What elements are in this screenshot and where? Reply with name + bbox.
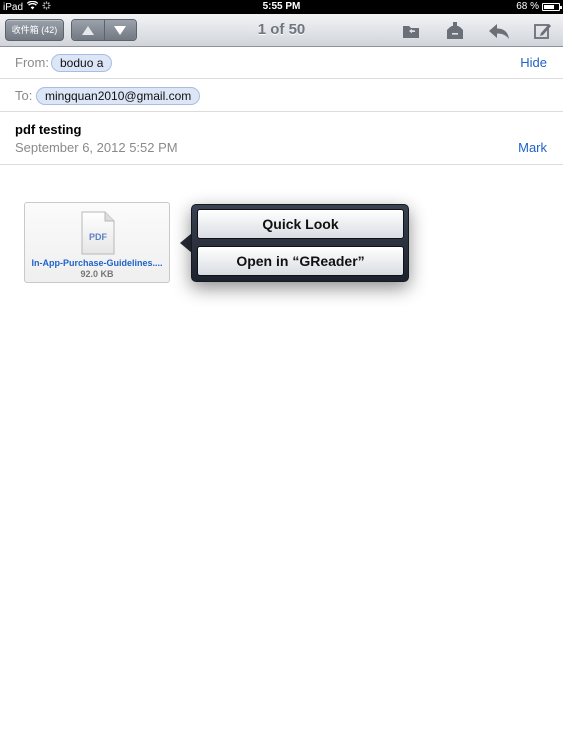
status-time: 5:55 PM: [262, 1, 301, 12]
quick-look-button[interactable]: Quick Look: [197, 209, 404, 239]
pdf-document-icon: PDF: [81, 211, 115, 255]
pdf-attachment[interactable]: PDF In-App-Purchase-Guidelines.... 92.0 …: [24, 202, 170, 283]
attachment-name: In-App-Purchase-Guidelines....: [31, 258, 163, 268]
arrow-up-icon: [81, 25, 94, 35]
pdf-icon-label: PDF: [89, 232, 108, 242]
battery-fill: [544, 4, 554, 9]
compose-button[interactable]: [533, 21, 553, 41]
from-row: From: boduo a Hide: [0, 47, 563, 79]
battery-icon: [542, 2, 562, 11]
toolbar: 收件箱 (42) 1 of 50: [0, 14, 563, 47]
attachment-popover: Quick Look Open in “GReader”: [191, 204, 409, 282]
to-address-chip[interactable]: mingquan2010@gmail.com: [36, 87, 201, 105]
move-to-folder-button[interactable]: [401, 21, 421, 41]
archive-button[interactable]: [445, 21, 465, 41]
from-label: From:: [15, 55, 49, 70]
folder-icon: [403, 26, 419, 38]
battery-percent: 68 %: [516, 1, 539, 12]
to-row: To: mingquan2010@gmail.com: [0, 79, 563, 112]
status-right: 68 %: [516, 1, 562, 12]
open-in-greader-button[interactable]: Open in “GReader”: [197, 246, 404, 276]
subject-row-divider: [0, 112, 563, 165]
archive-box-icon: [447, 22, 463, 39]
reply-button[interactable]: [488, 21, 509, 41]
to-label: To:: [15, 88, 33, 103]
reply-arrow-icon: [489, 24, 509, 39]
status-bar: iPad 5:55 PM 68 %: [0, 0, 563, 14]
inbox-button[interactable]: 收件箱 (42): [5, 19, 64, 41]
previous-message-button[interactable]: [72, 20, 104, 40]
compose-icon: [534, 24, 551, 39]
attachment-size: 92.0 KB: [80, 269, 114, 279]
hide-details-link[interactable]: Hide: [520, 55, 547, 70]
next-message-button[interactable]: [103, 20, 136, 40]
message-nav-control: [71, 19, 137, 41]
from-address-chip[interactable]: boduo a: [51, 54, 113, 72]
arrow-down-icon: [114, 25, 127, 35]
